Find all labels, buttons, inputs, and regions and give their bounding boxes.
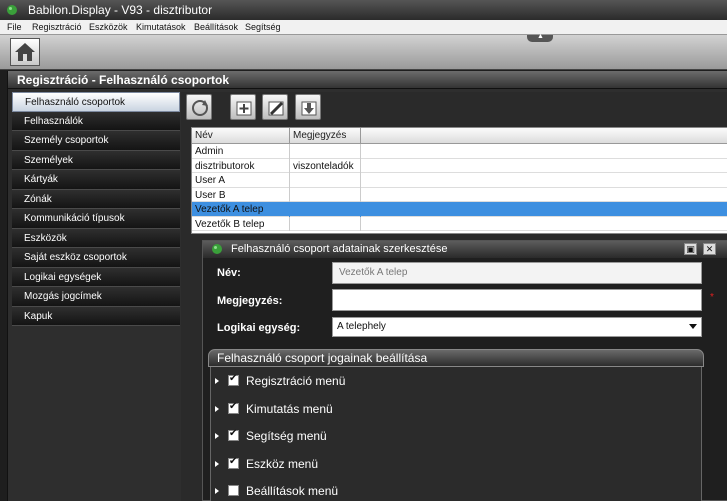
sidebar-item-users[interactable]: Felhasználók (12, 111, 180, 131)
refresh-button[interactable] (186, 94, 212, 120)
add-button[interactable] (230, 94, 256, 120)
menu-file[interactable]: File (7, 22, 22, 32)
permission-checkbox[interactable]: ✔ (228, 373, 239, 386)
home-icon (15, 43, 35, 61)
app-window: Babilon.Display - V93 - disztributor Fil… (0, 0, 727, 501)
menu-reports[interactable]: Kimutatások (136, 22, 186, 32)
delete-button[interactable] (295, 94, 321, 120)
name-label: Név: (217, 267, 241, 279)
logical-unit-select[interactable]: A telephely (332, 317, 702, 337)
close-icon: ✕ (705, 244, 714, 254)
module-header: Regisztráció - Felhasználó csoportok (8, 71, 727, 89)
permissions-title: Felhasználó csoport jogainak beállítása (217, 351, 428, 365)
cell-name: Vezetők A telep (195, 204, 264, 215)
logical-unit-value: A telephely (337, 321, 386, 332)
content-panel: Név Megjegyzés Admin disztributorok visz… (181, 92, 727, 501)
edit-icon (268, 101, 284, 116)
table-row-selected[interactable]: Vezetők A telep (192, 202, 727, 217)
permissions-header: Felhasználó csoport jogainak beállítása (208, 349, 704, 367)
refresh-icon (192, 100, 208, 116)
permissions-tree: ✔ Regisztráció menü ✔ Kimutatás menü ✔ S… (210, 367, 702, 501)
permission-label: Regisztráció menü (246, 374, 346, 388)
menu-settings[interactable]: Beállítások (194, 22, 238, 32)
required-marker: * (710, 292, 714, 303)
dialog-close-button[interactable]: ✕ (703, 243, 716, 255)
dialog-logo-icon (212, 244, 222, 254)
sidebar-item-logical-units[interactable]: Logikai egységek (12, 267, 180, 287)
edit-button[interactable] (262, 94, 288, 120)
title-bar: Babilon.Display - V93 - disztributor (0, 0, 727, 20)
app-logo-icon (7, 5, 17, 15)
checkmark-icon: ✔ (229, 373, 238, 384)
note-label: Megjegyzés: (217, 295, 283, 307)
sidebar-item-persons[interactable]: Személyek (12, 150, 180, 170)
cell-name: User A (195, 175, 226, 186)
expand-arrow-icon[interactable] (215, 488, 219, 494)
table-header: Név Megjegyzés (192, 128, 727, 144)
permission-checkbox[interactable] (228, 485, 239, 496)
cell-name: Vezetők B telep (195, 218, 265, 230)
sidebar-item-cards[interactable]: Kártyák (12, 170, 180, 190)
permission-label: Segítség menü (246, 429, 327, 443)
table-row[interactable]: Admin (192, 144, 727, 159)
expand-arrow-icon[interactable] (215, 433, 219, 439)
save-icon: ▣ (686, 244, 695, 254)
name-field[interactable]: Vezetők A telep (332, 262, 702, 284)
permission-checkbox[interactable]: ✔ (228, 428, 239, 441)
dialog-title: Felhasználó csoport adatainak szerkeszté… (231, 243, 448, 255)
dialog-save-button[interactable]: ▣ (684, 243, 697, 255)
menu-devices[interactable]: Eszközök (89, 22, 128, 32)
add-icon (236, 101, 252, 116)
column-header-note[interactable]: Megjegyzés (293, 130, 346, 141)
sidebar-item-movement-reasons[interactable]: Mozgás jogcímek (12, 287, 180, 307)
sidebar-item-communication-types[interactable]: Kommunikáció típusok (12, 209, 180, 229)
cell-note: viszonteladók (293, 160, 354, 172)
user-groups-table: Név Megjegyzés Admin disztributorok visz… (191, 127, 727, 234)
sidebar-item-gates[interactable]: Kapuk (12, 306, 180, 326)
table-row[interactable]: User A (192, 173, 727, 188)
home-button[interactable] (10, 38, 40, 66)
menu-registration[interactable]: Regisztráció (32, 22, 82, 32)
cell-name: User B (195, 189, 226, 201)
sidebar-item-person-groups[interactable]: Személy csoportok (12, 131, 180, 151)
note-field[interactable] (332, 289, 702, 311)
checkmark-icon: ✔ (229, 401, 238, 412)
sidebar-nav: Felhasználó csoportok Felhasználók Szemé… (12, 92, 180, 326)
sidebar-item-devices[interactable]: Eszközök (12, 228, 180, 248)
checkmark-icon: ✔ (229, 456, 238, 467)
permission-label: Kimutatás menü (246, 402, 333, 416)
table-row[interactable]: User B (192, 187, 727, 202)
toolbar-collapse-grip[interactable]: ▲ (527, 33, 553, 42)
main-toolbar: ▲ (0, 33, 727, 70)
cell-name: Admin (195, 146, 224, 157)
menu-bar: File Regisztráció Eszközök Kimutatások B… (0, 20, 727, 35)
chevron-down-icon (689, 324, 697, 329)
collapse-icon: ▲ (537, 33, 544, 40)
table-row[interactable]: Vezetők B telep (192, 216, 727, 231)
edit-group-dialog: Felhasználó csoport adatainak szerkeszté… (202, 240, 727, 501)
delete-icon (301, 101, 317, 116)
page-title: Regisztráció - Felhasználó csoportok (17, 73, 230, 87)
column-header-name[interactable]: Név (195, 130, 213, 141)
table-row[interactable]: disztributorok viszonteladók (192, 158, 727, 173)
sidebar-item-own-device-groups[interactable]: Saját eszköz csoportok (12, 248, 180, 268)
checkmark-icon: ✔ (229, 428, 238, 439)
expand-arrow-icon[interactable] (215, 378, 219, 384)
permission-label: Eszköz menü (246, 457, 319, 471)
expand-arrow-icon[interactable] (215, 461, 219, 467)
permission-checkbox[interactable]: ✔ (228, 401, 239, 414)
sidebar-item-user-groups[interactable]: Felhasználó csoportok (12, 92, 180, 112)
permission-checkbox[interactable]: ✔ (228, 456, 239, 469)
dialog-header: Felhasználó csoport adatainak szerkeszté… (203, 241, 727, 258)
sidebar-item-zones[interactable]: Zónák (12, 189, 180, 209)
expand-arrow-icon[interactable] (215, 406, 219, 412)
window-title: Babilon.Display - V93 - disztributor (28, 3, 213, 17)
module-window: Regisztráció - Felhasználó csoportok Fel… (7, 71, 727, 501)
cell-name: disztributorok (195, 160, 255, 172)
menu-help[interactable]: Segítség (245, 22, 281, 32)
logical-unit-label: Logikai egység: (217, 322, 301, 334)
permission-label: Beállítások menü (246, 484, 339, 498)
